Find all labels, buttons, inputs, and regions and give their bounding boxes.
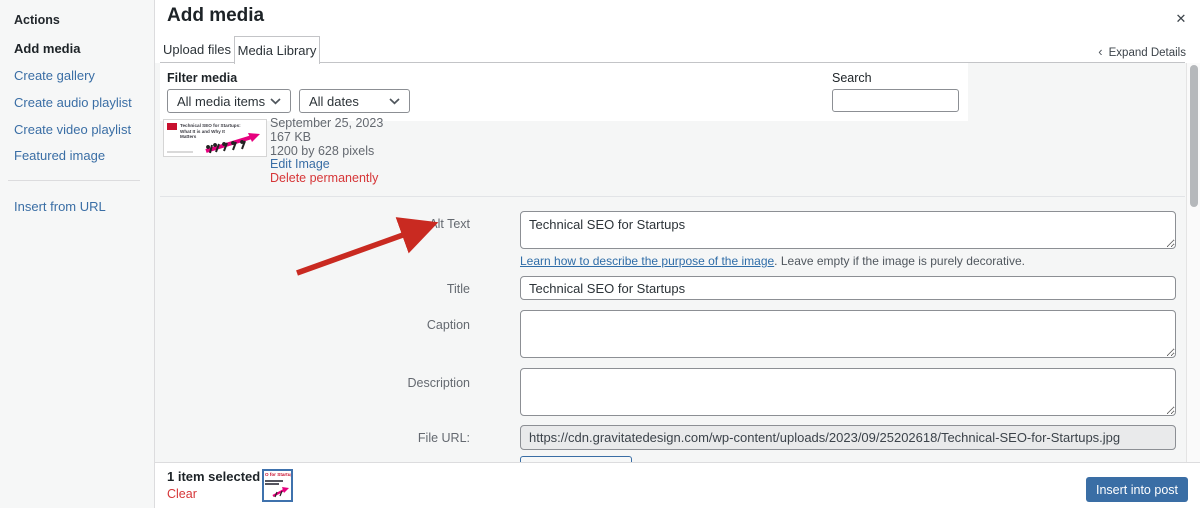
edit-image-link[interactable]: Edit Image bbox=[270, 158, 383, 172]
caption-field[interactable] bbox=[520, 310, 1176, 358]
selection-count: 1 item selected bbox=[167, 469, 261, 484]
sidebar-divider bbox=[8, 180, 140, 181]
vertical-scrollbar[interactable] bbox=[1186, 63, 1200, 462]
sidebar-item-add-media[interactable]: Add media bbox=[14, 41, 80, 56]
selected-thumb-line bbox=[265, 480, 283, 482]
attachment-dimensions: 1200 by 628 pixels bbox=[270, 143, 375, 158]
date-filter-value: All dates bbox=[309, 93, 359, 109]
sidebar-heading: Actions bbox=[14, 13, 60, 27]
sidebar-item-create-gallery[interactable]: Create gallery bbox=[14, 68, 95, 83]
selected-thumb-line bbox=[265, 483, 279, 485]
tab-media-library[interactable]: Media Library bbox=[234, 36, 320, 64]
media-type-filter-value: All media items bbox=[177, 93, 266, 109]
modal-footer: 1 item selected Clear O for Startup Inse… bbox=[155, 462, 1200, 508]
sidebar-item-create-video-playlist[interactable]: Create video playlist bbox=[14, 122, 131, 137]
description-label: Description bbox=[407, 376, 470, 390]
search-input[interactable] bbox=[832, 89, 959, 112]
thumbnail-arrow-graphic bbox=[205, 133, 260, 154]
media-modal-sidebar: Actions Add media Create gallery Create … bbox=[0, 0, 155, 508]
media-toolbar: Filter media All media items All dates S… bbox=[160, 63, 968, 121]
alt-text-help-link[interactable]: Learn how to describe the purpose of the… bbox=[520, 254, 774, 268]
chevron-down-icon bbox=[389, 97, 400, 104]
caption-label: Caption bbox=[426, 318, 470, 332]
sidebar-item-create-audio-playlist[interactable]: Create audio playlist bbox=[14, 95, 132, 110]
attachment-filesize: 167 KB bbox=[270, 129, 312, 144]
media-library-content: Filter media All media items All dates S… bbox=[155, 63, 1186, 462]
chevron-down-icon bbox=[270, 97, 281, 104]
title-label: Title bbox=[446, 282, 470, 296]
insert-into-post-button[interactable]: Insert into post bbox=[1086, 477, 1188, 502]
selected-thumb-text: O for Startup bbox=[265, 472, 293, 477]
selected-thumb-arrow-graphic bbox=[272, 487, 289, 498]
file-url-label: File URL: bbox=[417, 431, 470, 445]
thumbnail-footer-line bbox=[167, 151, 193, 153]
tab-upload-files[interactable]: Upload files bbox=[160, 36, 234, 63]
filter-media-label: Filter media bbox=[167, 71, 238, 85]
file-url-field[interactable] bbox=[520, 425, 1176, 450]
sidebar-item-featured-image[interactable]: Featured image bbox=[14, 148, 105, 163]
description-field[interactable] bbox=[520, 368, 1176, 416]
media-modal-main: Add media ✕ ‹ Expand Details Upload files… bbox=[155, 0, 1200, 508]
close-icon[interactable]: ✕ bbox=[1170, 8, 1192, 30]
media-tabbar: Upload files Media Library bbox=[160, 36, 1185, 64]
attachment-meta: September 25, 2023 167 KB 1200 by 628 pi… bbox=[270, 116, 384, 186]
sidebar-item-insert-from-url[interactable]: Insert from URL bbox=[14, 199, 106, 214]
search-label: Search bbox=[832, 71, 872, 85]
alt-text-help: Learn how to describe the purpose of the… bbox=[520, 254, 1025, 268]
add-media-modal: Actions Add media Create gallery Create … bbox=[0, 0, 1200, 508]
delete-permanently-link[interactable]: Delete permanently bbox=[270, 171, 383, 186]
alt-text-field[interactable] bbox=[520, 211, 1176, 249]
clear-selection-link[interactable]: Clear bbox=[167, 487, 197, 501]
title-field[interactable] bbox=[520, 276, 1176, 300]
alt-text-label: Alt Text bbox=[429, 217, 470, 231]
list-divider bbox=[160, 196, 1185, 197]
selected-item-thumbnail[interactable]: O for Startup bbox=[262, 469, 293, 502]
scrollbar-thumb[interactable] bbox=[1190, 65, 1198, 207]
attachment-thumbnail[interactable]: Technical SEO for Startups: What It is a… bbox=[163, 119, 267, 157]
alt-text-help-rest: . Leave empty if the image is purely dec… bbox=[774, 254, 1025, 268]
date-filter-select[interactable]: All dates bbox=[299, 89, 410, 113]
attachment-date: September 25, 2023 bbox=[270, 116, 384, 130]
media-type-filter-select[interactable]: All media items bbox=[167, 89, 291, 113]
thumbnail-logo-mark bbox=[167, 123, 177, 130]
page-title: Add media bbox=[167, 5, 265, 26]
